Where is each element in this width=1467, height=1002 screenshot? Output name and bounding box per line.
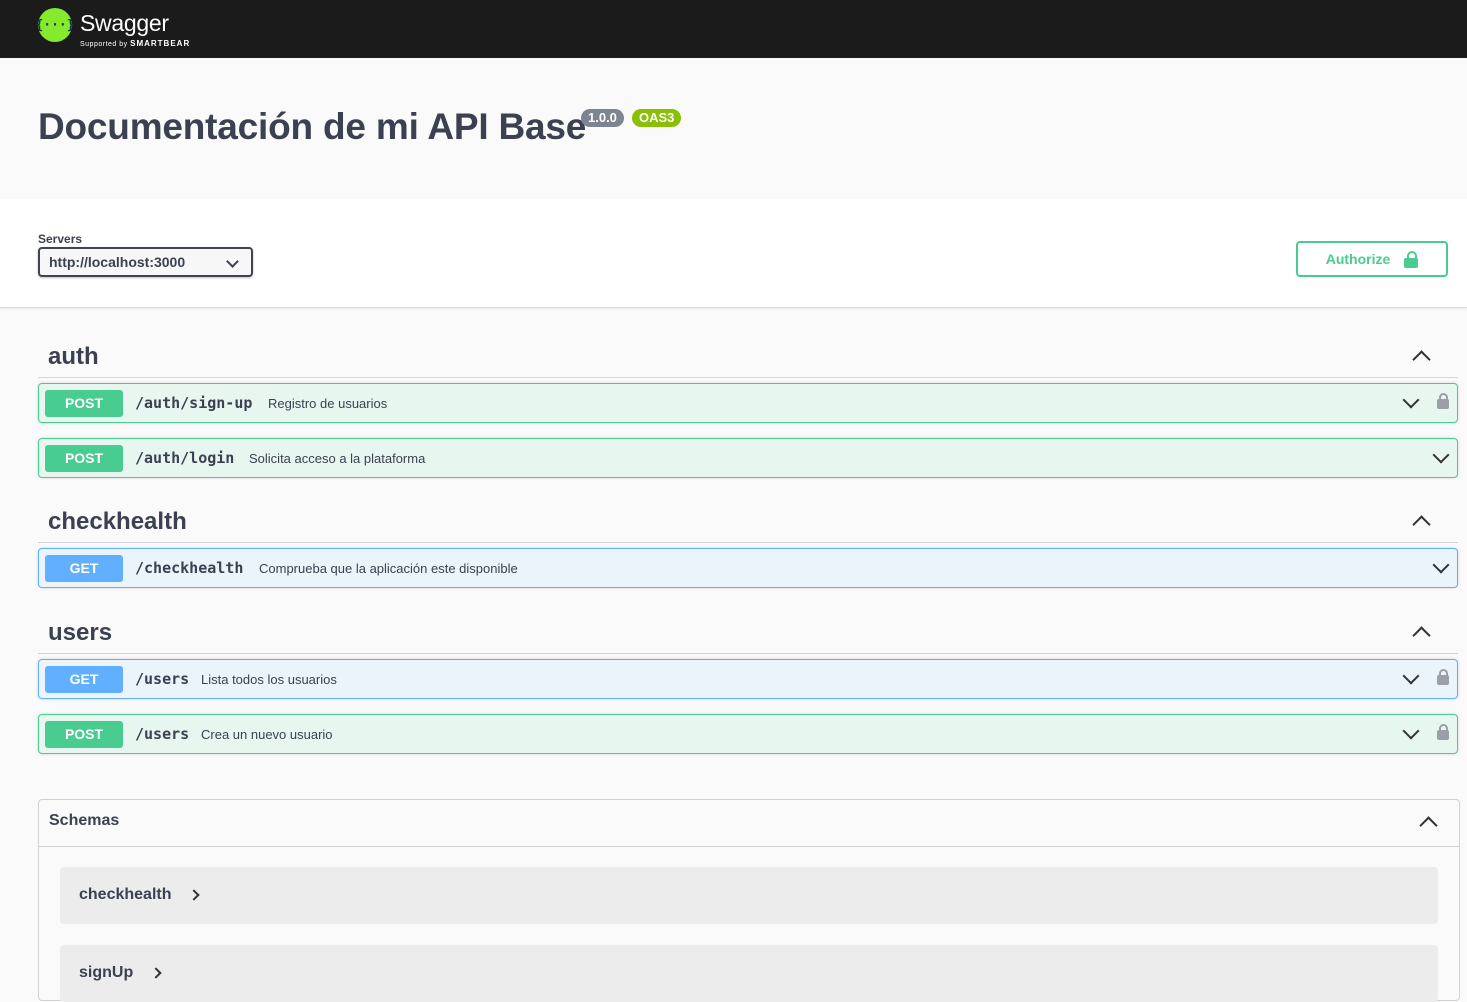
operation-summary: Lista todos los usuarios	[201, 672, 337, 687]
schemas-section: Schemas checkhealth signUp	[38, 799, 1460, 1002]
lock-icon	[1404, 251, 1419, 268]
schemas-title: Schemas	[49, 812, 120, 829]
schema-model-checkhealth[interactable]: checkhealth	[60, 867, 1438, 924]
brand-name[interactable]: Swagger	[80, 10, 169, 37]
servers-select[interactable]: http://localhost:3000	[38, 247, 253, 277]
chevron-down-icon	[1402, 722, 1420, 740]
operation-path: /users	[135, 670, 190, 688]
servers-label: Servers	[38, 232, 83, 246]
operation-summary: Solicita acceso a la plataforma	[249, 451, 426, 466]
version-badge: 1.0.0	[581, 109, 624, 127]
oas-badge: OAS3	[632, 109, 682, 127]
operation-summary: Crea un nuevo usuario	[201, 727, 333, 742]
model-name: checkhealth	[79, 886, 172, 903]
lock-icon[interactable]	[1437, 393, 1449, 409]
model-name: signUp	[79, 964, 134, 981]
method-badge: GET	[45, 555, 123, 582]
schemas-header[interactable]: Schemas	[39, 800, 1459, 847]
swagger-logo-icon[interactable]: {···}	[35, 8, 75, 42]
tag-header-users[interactable]: users	[38, 607, 1458, 654]
tag-name: checkhealth	[48, 508, 187, 535]
authorize-button[interactable]: Authorize	[1296, 241, 1448, 277]
operation-path: /checkhealth	[135, 559, 244, 577]
operation-post-users[interactable]: POST /users Crea un nuevo usuario	[38, 714, 1458, 754]
operation-path: /auth/sign-up	[135, 394, 253, 412]
tag-header-checkhealth[interactable]: checkhealth	[38, 496, 1458, 543]
method-badge: GET	[45, 666, 123, 693]
method-badge: POST	[45, 390, 123, 417]
operation-summary: Comprueba que la aplicación este disponi…	[259, 561, 518, 576]
authorize-label: Authorize	[1325, 251, 1391, 267]
topbar: {···} Swagger Supported by SMARTBEAR	[0, 0, 1467, 58]
chevron-right-icon	[188, 889, 200, 901]
method-badge: POST	[45, 721, 123, 748]
chevron-down-icon	[1402, 391, 1420, 409]
chevron-down-icon	[1432, 556, 1450, 574]
supported-by: Supported by SMARTBEAR	[80, 39, 190, 48]
lock-icon[interactable]	[1437, 669, 1449, 685]
operation-path: /users	[135, 725, 190, 743]
chevron-down-icon	[226, 255, 239, 268]
supported-company: SMARTBEAR	[130, 39, 191, 48]
chevron-up-icon	[1412, 515, 1431, 534]
operation-post-auth-login[interactable]: POST /auth/login Solicita acceso a la pl…	[38, 438, 1458, 478]
tag-header-auth[interactable]: auth	[38, 331, 1458, 378]
chevron-down-icon	[1402, 667, 1420, 685]
chevron-down-icon	[1432, 446, 1450, 464]
tag-name: auth	[48, 343, 99, 370]
supported-by-text: Supported by	[80, 41, 128, 48]
tag-name: users	[48, 619, 113, 646]
chevron-up-icon	[1412, 350, 1431, 369]
lock-icon[interactable]	[1437, 724, 1449, 740]
chevron-right-icon	[150, 967, 162, 979]
operation-post-auth-sign-up[interactable]: POST /auth/sign-up Registro de usuarios	[38, 383, 1458, 423]
api-title: Documentación de mi API Base	[38, 106, 587, 147]
chevron-up-icon	[1419, 816, 1438, 835]
method-badge: POST	[45, 445, 123, 472]
operation-summary: Registro de usuarios	[268, 396, 388, 411]
operation-get-users[interactable]: GET /users Lista todos los usuarios	[38, 659, 1458, 699]
chevron-up-icon	[1412, 626, 1431, 645]
operation-get-checkhealth[interactable]: GET /checkhealth Comprueba que la aplica…	[38, 548, 1458, 588]
scheme-container: Servers http://localhost:3000 Authorize	[0, 199, 1467, 308]
operation-path: /auth/login	[135, 449, 235, 467]
servers-selected-value: http://localhost:3000	[49, 254, 186, 270]
